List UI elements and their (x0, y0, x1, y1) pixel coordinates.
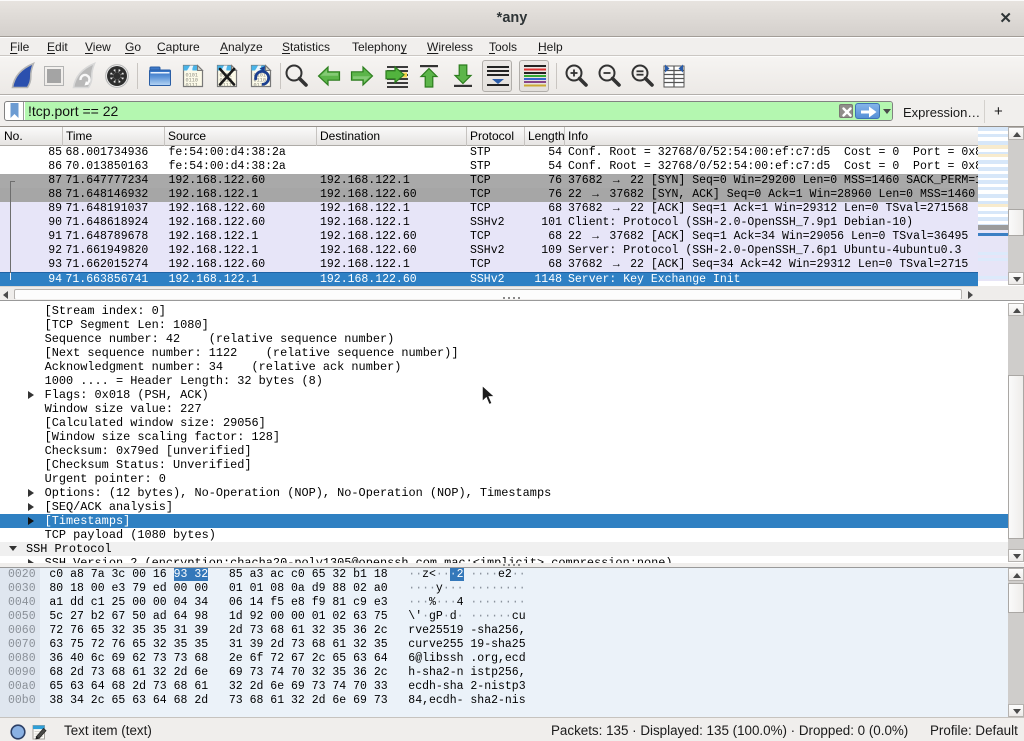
svg-text:0111: 0111 (186, 83, 198, 89)
